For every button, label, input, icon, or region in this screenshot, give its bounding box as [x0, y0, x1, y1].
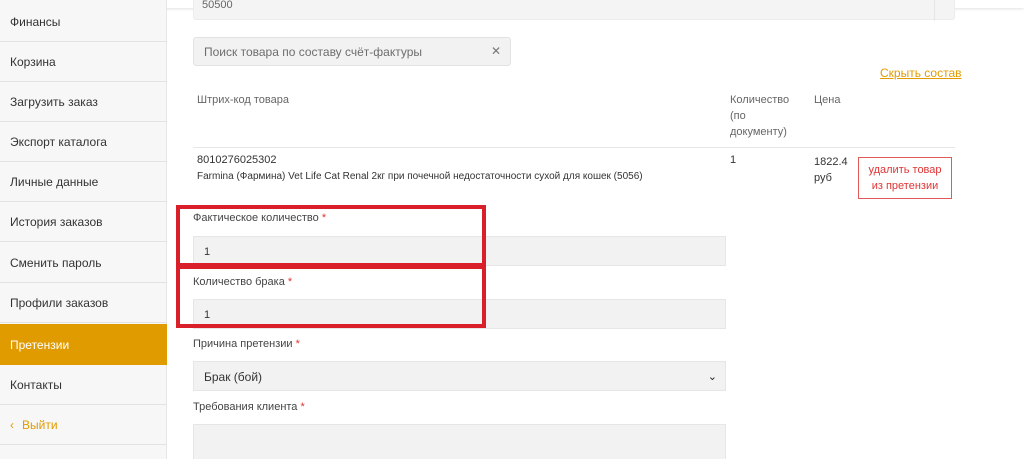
sidebar-item-label: Личные данные: [10, 174, 99, 189]
required-mark: *: [295, 338, 300, 350]
sidebar-item-contacts[interactable]: Контакты: [0, 365, 167, 405]
sidebar-item-export-catalog[interactable]: Экспорт каталога: [0, 122, 167, 162]
requirements-label: Требования клиента *: [193, 401, 305, 413]
sidebar-item-order-history[interactable]: История заказов: [0, 202, 167, 242]
sidebar-item-label: Контакты: [10, 377, 62, 392]
close-icon[interactable]: ✕: [491, 44, 501, 58]
sidebar: Финансы Корзина Загрузить заказ Экспорт …: [0, 0, 167, 459]
product-quantity: 1: [730, 154, 737, 166]
requirements-label-text: Требования клиента: [193, 401, 298, 413]
sidebar-item-change-password[interactable]: Сменить пароль: [0, 243, 167, 283]
sidebar-item-label: Претензии: [10, 337, 70, 352]
highlight-box-defect-qty: [176, 265, 486, 328]
highlight-box-actual-qty: [176, 205, 486, 267]
logout-button[interactable]: ‹ Выйти: [0, 405, 167, 445]
requirements-textarea[interactable]: [193, 424, 726, 459]
remove-item-button[interactable]: удалить товар из претензии: [858, 157, 952, 199]
header-barcode: Штрих-код товара: [197, 94, 289, 106]
product-name: Farmina (Фармина) Vet Life Cat Renal 2кг…: [197, 171, 643, 182]
reason-select-value: Брак (бой): [204, 370, 263, 384]
top-select-field[interactable]: 50500: [193, 0, 955, 21]
sidebar-item-label: Профили заказов: [10, 295, 109, 310]
chevron-down-icon: ⌄: [707, 371, 717, 383]
header-quantity-line2: (по: [730, 110, 746, 122]
sidebar-item-finances[interactable]: Финансы: [0, 2, 167, 42]
reason-label: Причина претензии *: [193, 338, 300, 350]
sidebar-item-order-profiles[interactable]: Профили заказов: [0, 283, 167, 323]
sidebar-item-label: Сменить пароль: [10, 255, 102, 270]
remove-item-label-1: удалить товар: [868, 164, 942, 176]
hide-composition-link[interactable]: Скрыть состав: [880, 66, 962, 80]
sidebar-item-label: История заказов: [10, 214, 103, 229]
top-field-dropdown[interactable]: [934, 0, 954, 21]
search-input[interactable]: [204, 44, 484, 60]
sidebar-item-upload-order[interactable]: Загрузить заказ: [0, 82, 167, 122]
sidebar-item-personal-data[interactable]: Личные данные: [0, 162, 167, 202]
reason-select[interactable]: Брак (бой) ⌄: [193, 361, 726, 391]
logout-label: Выйти: [22, 417, 58, 432]
product-price: 1822.4 руб: [814, 154, 854, 186]
search-box: ✕: [193, 37, 511, 66]
header-price: Цена: [814, 94, 841, 106]
sidebar-item-label: Финансы: [10, 14, 61, 29]
table-divider: [193, 147, 955, 148]
sidebar-item-cart[interactable]: Корзина: [0, 42, 167, 82]
sidebar-item-claims[interactable]: Претензии: [0, 324, 167, 365]
header-quantity-line1: Количество: [730, 94, 790, 106]
required-mark: *: [300, 401, 305, 413]
sidebar-item-label: Загрузить заказ: [10, 94, 98, 109]
product-barcode: 8010276025302: [197, 154, 277, 166]
remove-item-label-2: из претензии: [871, 180, 939, 192]
chevron-left-icon: ‹: [10, 417, 14, 432]
header-quantity: Количество (по документу): [730, 92, 789, 140]
sidebar-item-label: Корзина: [10, 54, 56, 69]
header-quantity-line3: документу): [730, 126, 787, 138]
sidebar-item-label: Экспорт каталога: [10, 134, 107, 149]
top-field-value: 50500: [202, 0, 233, 11]
product-price-currency: руб: [814, 172, 832, 184]
product-price-value: 1822.4: [814, 156, 848, 168]
reason-label-text: Причина претензии: [193, 338, 293, 350]
